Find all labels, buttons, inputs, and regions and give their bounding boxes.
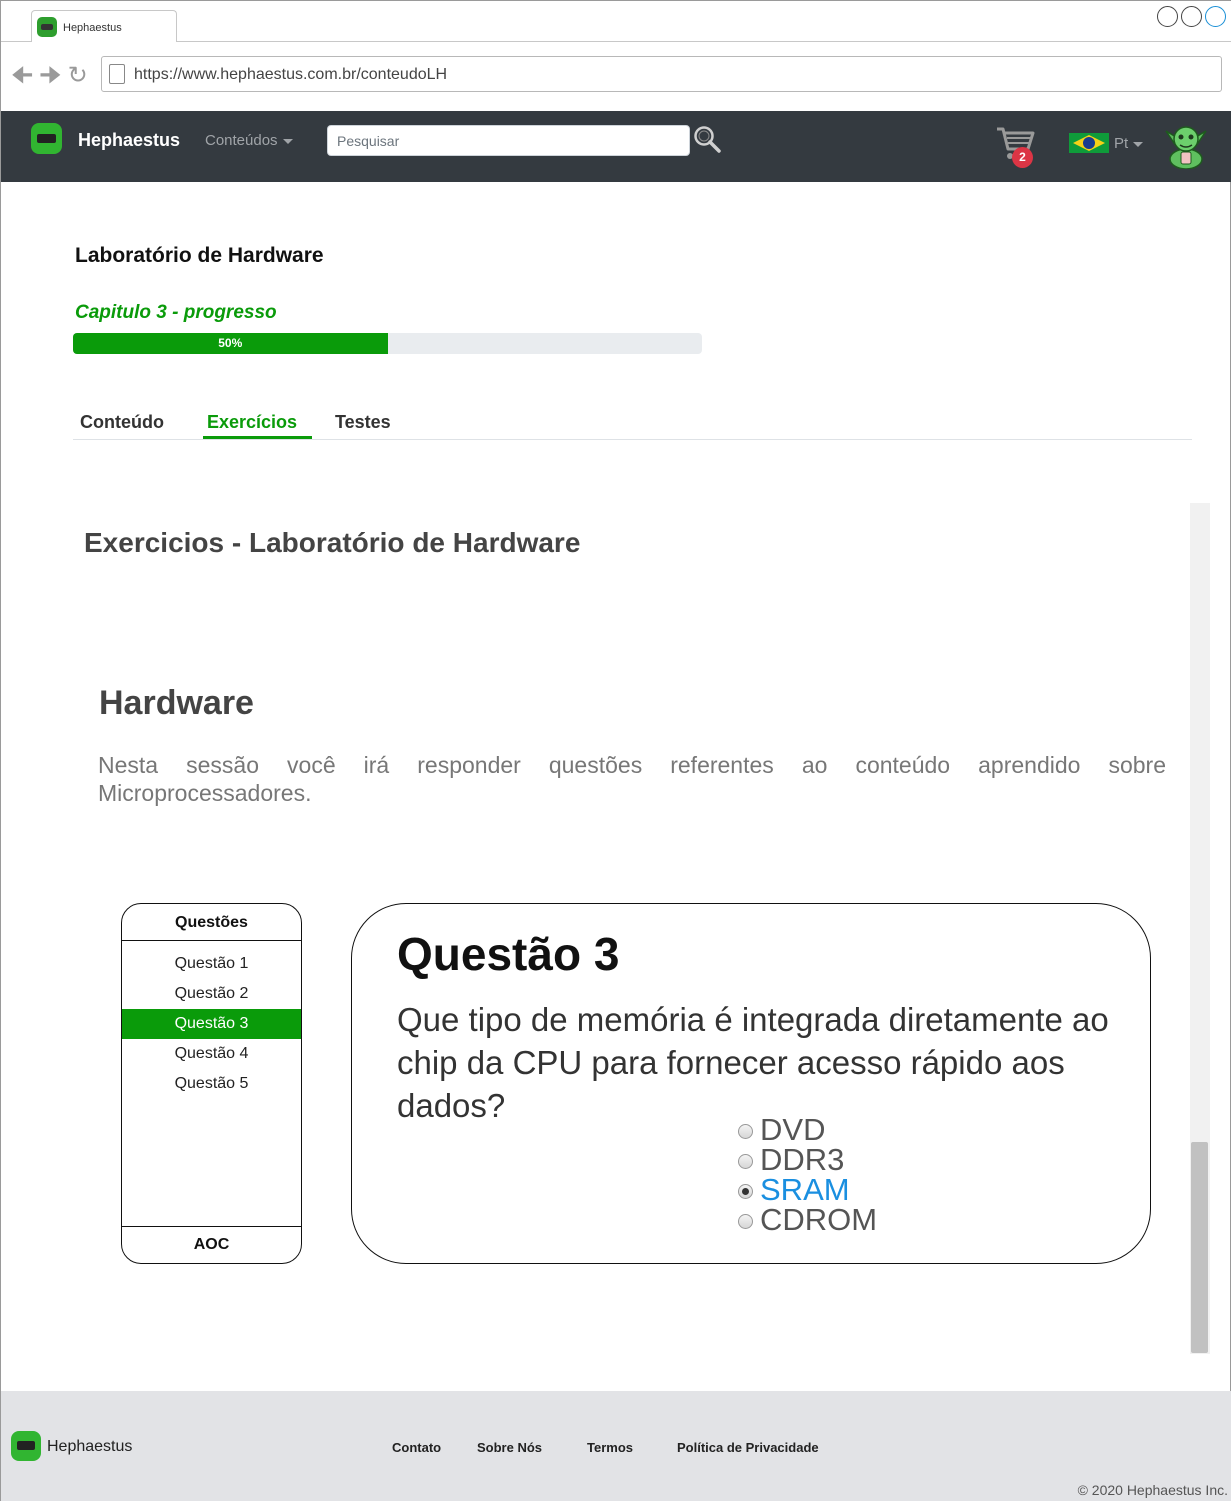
option-dvd[interactable]: DVD <box>738 1112 877 1147</box>
hardware-heading: Hardware <box>99 684 254 722</box>
forward-arrow-icon[interactable]: 🠊 <box>39 64 61 88</box>
browser-addressbar: 🠈 🠊 ↻ https://www.hephaestus.com.br/cont… <box>1 42 1231 111</box>
aoc-button[interactable]: AOC <box>122 1226 301 1263</box>
course-title: Laboratório de Hardware <box>75 244 324 267</box>
option-sram[interactable]: SRAM <box>738 1172 877 1207</box>
copyright: © 2020 Hephaestus Inc. <box>1077 1482 1228 1498</box>
chapter-progress-bar: 50% <box>73 333 702 354</box>
search-input[interactable] <box>327 125 690 156</box>
navbar-brand[interactable]: Hephaestus <box>78 130 180 151</box>
user-avatar-icon[interactable] <box>1162 119 1210 169</box>
window-controls <box>1157 6 1226 27</box>
tab-testes[interactable]: Testes <box>335 412 391 433</box>
page-icon <box>109 64 125 84</box>
question-title: Questão 3 <box>397 928 620 980</box>
radio-button-checked[interactable] <box>738 1183 753 1199</box>
hardware-description: Nesta sessão você irá responder questões… <box>98 752 1166 806</box>
maximize-button[interactable] <box>1181 6 1202 27</box>
browser-nav-buttons: 🠈 🠊 ↻ <box>11 64 88 88</box>
conteudos-label: Conteúdos <box>205 132 278 149</box>
minimize-button[interactable] <box>1157 6 1178 27</box>
questions-panel: Questões Questão 1 Questão 2 Questão 3 Q… <box>121 903 302 1264</box>
caret-down-icon <box>282 138 293 144</box>
search-icon[interactable] <box>693 125 721 153</box>
footer-link-termos[interactable]: Termos <box>587 1440 633 1455</box>
close-window-button[interactable] <box>1205 6 1226 27</box>
page-footer: Hephaestus Contato Sobre Nós Termos Polí… <box>1 1391 1231 1501</box>
radio-button[interactable] <box>738 1123 753 1139</box>
top-navbar: Hephaestus Conteúdos 2 Pt <box>1 111 1231 182</box>
site-favicon-icon <box>37 17 57 37</box>
radio-button[interactable] <box>738 1213 753 1229</box>
content-tabs: Conteúdo Exercícios Testes <box>73 403 1192 440</box>
footer-link-contato[interactable]: Contato <box>392 1440 441 1455</box>
language-label: Pt <box>1114 135 1129 152</box>
caret-down-icon <box>1133 141 1144 147</box>
flag-circle <box>1083 137 1095 149</box>
browser-tabbar: Hephaestus <box>1 1 1231 42</box>
radio-button[interactable] <box>738 1153 753 1169</box>
browser-window: Hephaestus 🠈 🠊 ↻ https://www.hephaestus.… <box>0 0 1231 1501</box>
answer-options: DVD DDR3 SRAM CDROM <box>738 1112 878 1237</box>
hephaestus-logo-icon[interactable] <box>31 123 62 154</box>
question-item-3[interactable]: Questão 3 <box>122 1009 301 1039</box>
section-title: Exercicios - Laboratório de Hardware <box>84 527 581 558</box>
progress-fill: 50% <box>73 333 388 354</box>
question-item-1[interactable]: Questão 1 <box>122 949 301 979</box>
conteudos-dropdown[interactable]: Conteúdos <box>205 132 293 149</box>
question-text: Que tipo de memória é integrada diretame… <box>397 1001 1109 1124</box>
language-dropdown[interactable]: Pt <box>1114 135 1144 152</box>
progress-label: Capitulo 3 - progresso <box>75 302 277 323</box>
footer-link-sobre-nos[interactable]: Sobre Nós <box>477 1440 542 1455</box>
questions-panel-header: Questões <box>122 904 301 941</box>
tab-exercicios[interactable]: Exercícios <box>207 412 297 433</box>
back-arrow-icon[interactable]: 🠈 <box>11 64 33 88</box>
footer-brand[interactable]: Hephaestus <box>47 1438 132 1456</box>
question-item-5[interactable]: Questão 5 <box>122 1069 301 1099</box>
url-text: https://www.hephaestus.com.br/conteudoLH <box>134 66 448 83</box>
tab-conteudo[interactable]: Conteúdo <box>80 412 164 433</box>
browser-tab-title: Hephaestus <box>63 22 122 34</box>
scrollbar-thumb[interactable] <box>1191 1142 1208 1353</box>
reload-icon[interactable]: ↻ <box>68 64 88 88</box>
browser-tab[interactable]: Hephaestus <box>31 10 177 42</box>
option-label: CDROM <box>760 1202 878 1237</box>
footer-logo-icon[interactable] <box>11 1431 41 1461</box>
active-tab-indicator <box>203 436 312 439</box>
brazil-flag-icon[interactable] <box>1069 133 1109 153</box>
option-cdrom[interactable]: CDROM <box>738 1202 878 1237</box>
option-ddr3[interactable]: DDR3 <box>738 1142 877 1177</box>
question-item-4[interactable]: Questão 4 <box>122 1039 301 1069</box>
question-item-2[interactable]: Questão 2 <box>122 979 301 1009</box>
footer-link-privacidade[interactable]: Política de Privacidade <box>677 1440 819 1455</box>
cart-count-badge: 2 <box>1012 147 1033 168</box>
url-field[interactable]: https://www.hephaestus.com.br/conteudoLH <box>101 56 1222 92</box>
questions-list: Questão 1 Questão 2 Questão 3 Questão 4 … <box>122 941 301 1099</box>
question-card: Questão 3 Que tipo de memória é integrad… <box>351 903 1151 1264</box>
